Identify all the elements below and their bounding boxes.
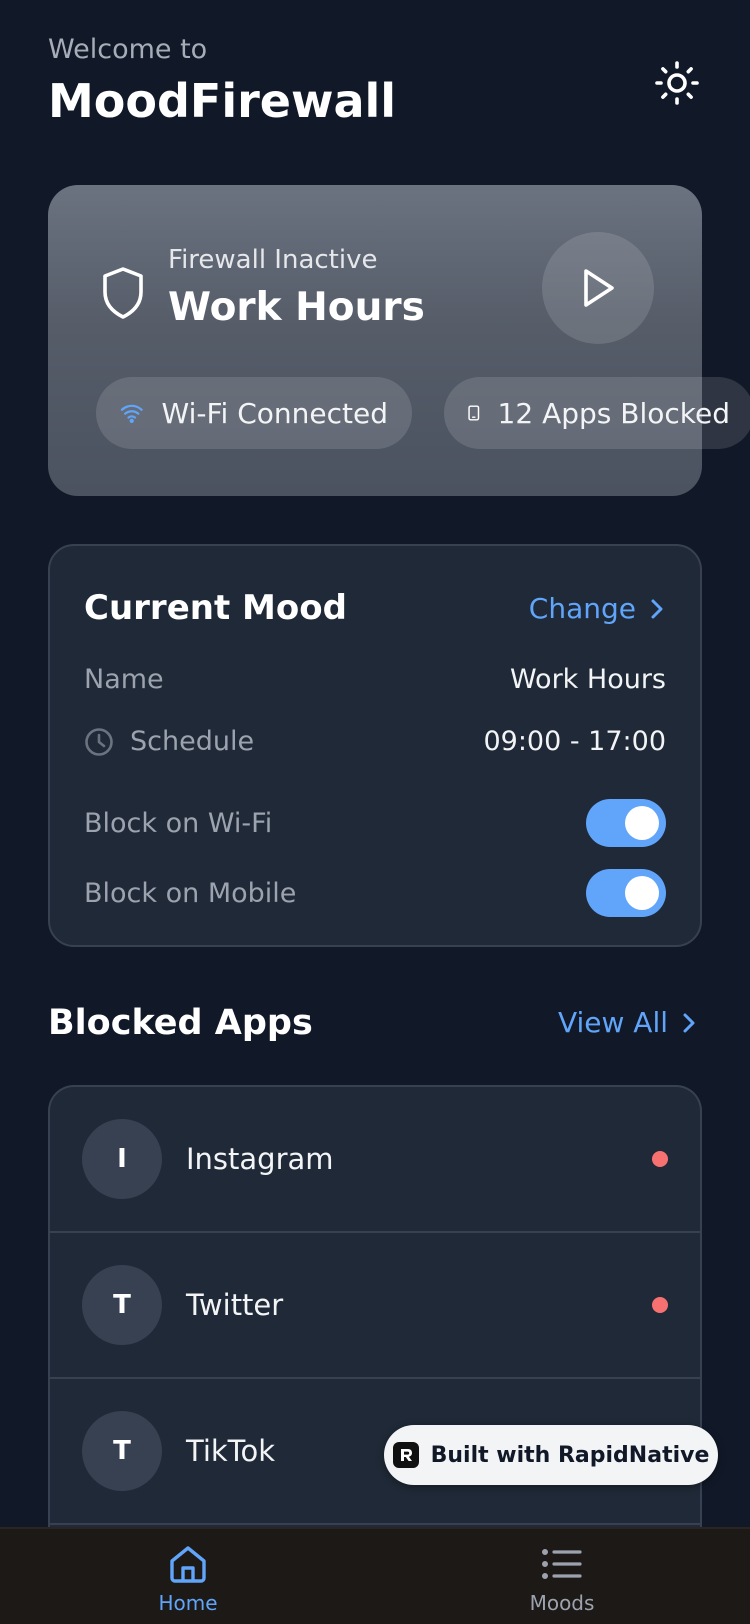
welcome-text: Welcome to — [48, 34, 208, 65]
block-wifi-label: Block on Wi-Fi — [84, 807, 273, 839]
app-name: Instagram — [186, 1142, 334, 1176]
play-icon — [584, 269, 614, 307]
built-with-badge[interactable]: Built with RapidNative — [384, 1425, 718, 1485]
view-all-link[interactable]: View All — [558, 1006, 696, 1039]
app-name: Twitter — [186, 1288, 284, 1322]
app-avatar: T — [82, 1411, 162, 1491]
app-title: MoodFirewall — [48, 74, 397, 128]
block-mobile-toggle[interactable] — [586, 869, 666, 917]
sun-icon — [655, 61, 699, 105]
blocked-status-dot — [652, 1151, 668, 1167]
tab-moods[interactable]: Moods — [502, 1543, 622, 1615]
schedule-label: Schedule — [130, 726, 255, 757]
bottom-tab-bar: Home Moods — [0, 1527, 750, 1624]
shield-icon — [103, 267, 143, 319]
activate-firewall-button[interactable] — [542, 232, 654, 344]
toggle-knob — [625, 876, 659, 910]
view-all-label: View All — [557, 1006, 668, 1039]
blocked-apps-title: Blocked Apps — [48, 1003, 313, 1043]
firewall-status-card: Firewall Inactive Work Hours Wi-Fi Conne… — [48, 185, 750, 496]
badge-label: Built with RapidNative — [430, 1442, 710, 1468]
tab-home[interactable]: Home — [128, 1543, 248, 1615]
chevron-right-icon — [683, 1013, 695, 1032]
wifi-status-chip: Wi-Fi Connected — [96, 377, 412, 449]
list-item[interactable]: I Instagram — [50, 1087, 700, 1233]
schedule-row: Schedule 09:00 - 17:00 — [84, 726, 666, 757]
schedule-value: 09:00 - 17:00 — [483, 726, 666, 757]
current-mood-card: Current Mood Change Name Work Hours Sche… — [48, 544, 702, 947]
app-avatar: I — [82, 1119, 162, 1199]
mood-name-value: Work Hours — [509, 664, 666, 695]
chevron-right-icon — [651, 599, 663, 618]
block-mobile-label: Block on Mobile — [84, 877, 297, 909]
clock-icon — [85, 727, 113, 756]
list-icon — [541, 1548, 582, 1580]
block-mobile-row: Block on Mobile — [84, 838, 666, 948]
change-mood-link[interactable]: Change — [529, 592, 664, 625]
tab-moods-label: Moods — [529, 1591, 595, 1615]
app-screen: Welcome to MoodFirewall Firewall Inactiv… — [0, 0, 750, 1624]
wifi-icon — [120, 404, 143, 423]
firewall-status-label: Firewall Inactive — [168, 245, 378, 275]
toggle-knob — [625, 806, 659, 840]
blocked-status-dot — [652, 1297, 668, 1313]
app-name: TikTok — [186, 1434, 275, 1468]
phone-icon — [468, 405, 480, 421]
rapidnative-logo-icon — [392, 1442, 419, 1468]
current-mood-title: Current Mood — [84, 588, 347, 628]
theme-toggle-button[interactable] — [652, 58, 702, 108]
mood-name-row: Name Work Hours — [84, 664, 666, 695]
schedule-label-group: Schedule — [84, 726, 254, 757]
active-mood-name: Work Hours — [168, 285, 425, 330]
blocked-count-chip: 12 Apps Blocked — [444, 377, 750, 449]
app-avatar: T — [82, 1265, 162, 1345]
home-icon — [170, 1546, 206, 1583]
tab-home-label: Home — [158, 1591, 218, 1615]
change-mood-label: Change — [528, 592, 636, 625]
mood-name-label: Name — [84, 664, 164, 695]
list-item[interactable]: T Twitter — [50, 1233, 700, 1379]
wifi-status-text: Wi-Fi Connected — [161, 396, 388, 430]
blocked-count-text: 12 Apps Blocked — [497, 396, 730, 430]
